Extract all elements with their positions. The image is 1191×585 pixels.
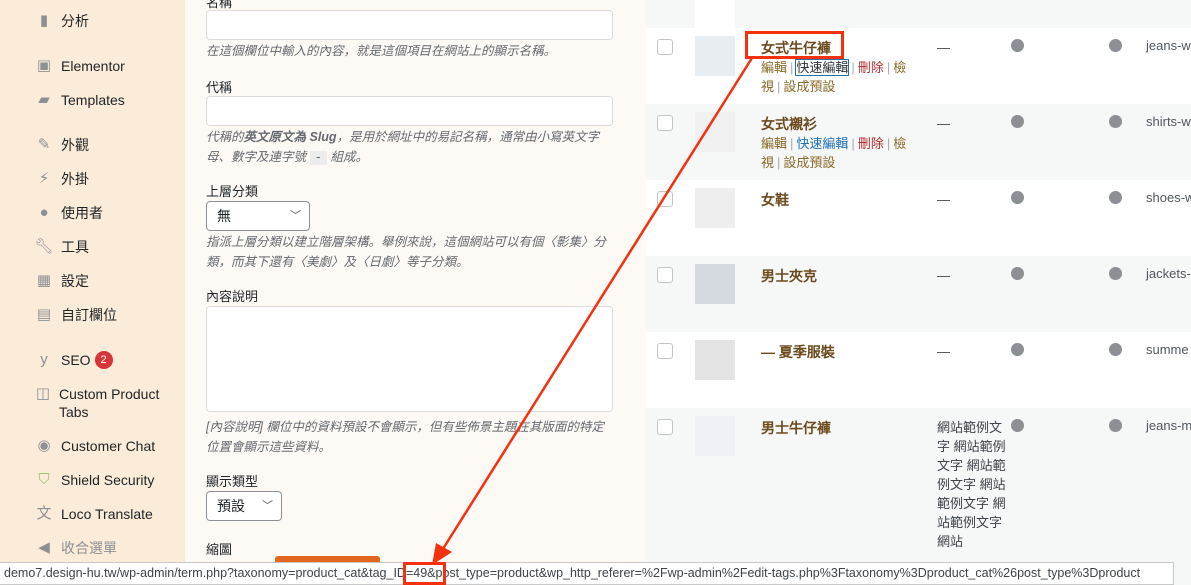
annotation-arrow xyxy=(432,57,754,565)
annotation-box-name xyxy=(745,31,844,59)
annotation-line xyxy=(439,57,754,553)
annotation-box-id xyxy=(403,562,446,585)
